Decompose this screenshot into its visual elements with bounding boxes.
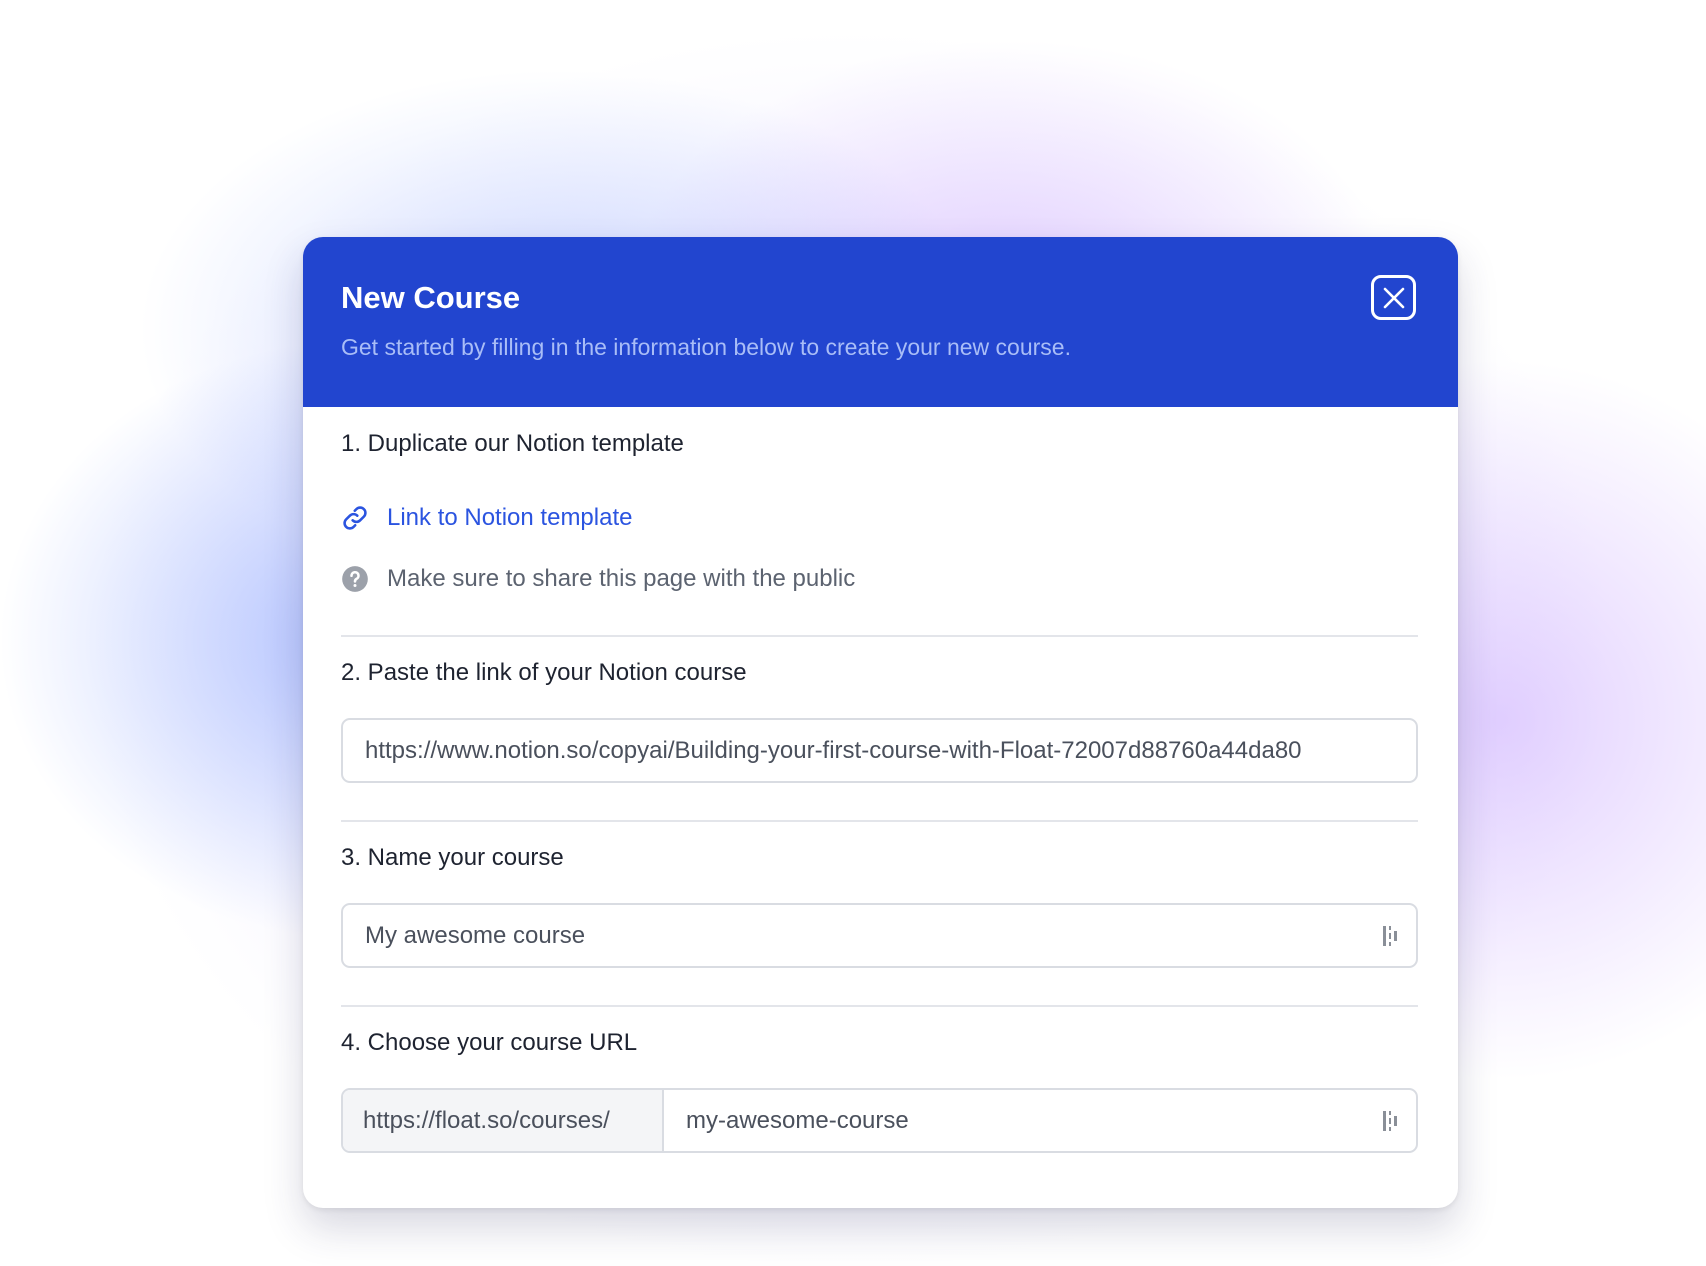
link-icon: [343, 506, 367, 530]
modal-title: New Course: [341, 280, 521, 315]
step-4-label: 4. Choose your course URL: [341, 1029, 638, 1056]
course-url-slug-input[interactable]: my-awesome-course: [686, 1090, 909, 1151]
share-hint: Make sure to share this page with the pu…: [341, 563, 855, 595]
close-button[interactable]: [1371, 275, 1416, 320]
step-1-label: 1. Duplicate our Notion template: [341, 430, 684, 457]
divider: [341, 635, 1418, 637]
course-name-value: My awesome course: [365, 922, 586, 949]
divider: [341, 820, 1418, 822]
notion-link-input[interactable]: https://www.notion.so/copyai/Building-yo…: [341, 718, 1418, 783]
course-url-prefix: https://float.so/courses/: [343, 1090, 664, 1151]
notion-link-value: https://www.notion.so/copyai/Building-yo…: [365, 737, 1302, 764]
course-name-input[interactable]: My awesome course: [341, 903, 1418, 968]
question-circle-icon: [342, 566, 368, 592]
notion-template-link-text[interactable]: Link to Notion template: [387, 504, 632, 532]
grammar-extension-icon[interactable]: [1382, 925, 1402, 947]
notion-template-link[interactable]: Link to Notion template: [341, 502, 632, 534]
divider: [341, 1005, 1418, 1007]
grammar-extension-icon[interactable]: [1382, 1110, 1402, 1132]
close-icon: [1383, 287, 1404, 308]
new-course-modal: New Course Get started by filling in the…: [303, 237, 1458, 1208]
course-url-input-group: https://float.so/courses/ my-awesome-cou…: [341, 1088, 1418, 1153]
modal-subtitle: Get started by filling in the informatio…: [341, 334, 1071, 360]
modal-header: New Course Get started by filling in the…: [303, 237, 1458, 407]
share-hint-text: Make sure to share this page with the pu…: [387, 565, 856, 592]
step-2-label: 2. Paste the link of your Notion course: [341, 659, 747, 686]
step-3-label: 3. Name your course: [341, 844, 564, 871]
